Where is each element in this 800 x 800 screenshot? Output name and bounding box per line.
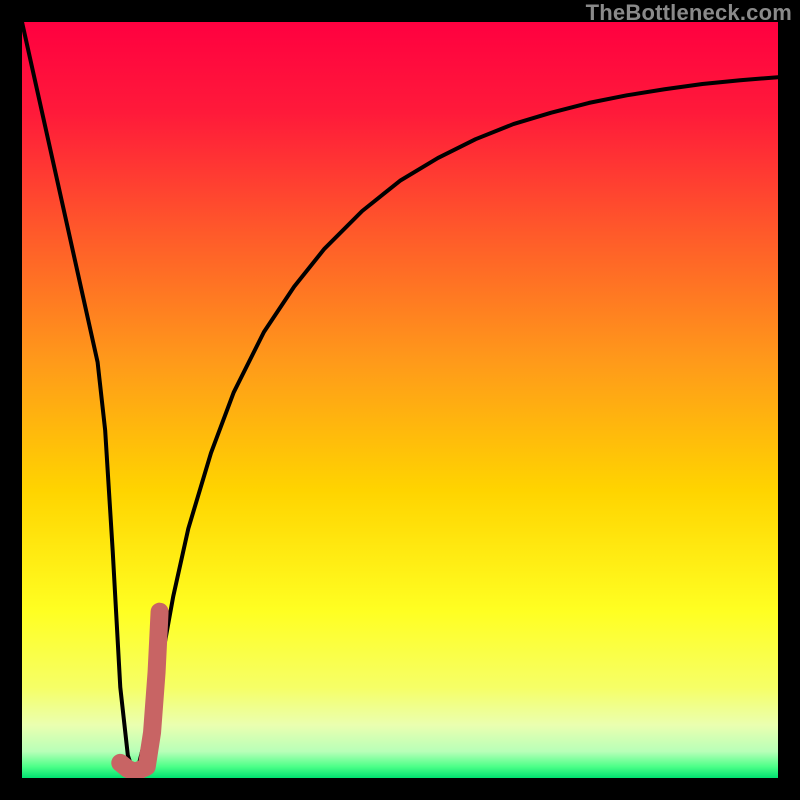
chart-frame: TheBottleneck.com [0, 0, 800, 800]
curve-layer [22, 22, 778, 778]
plot-area [22, 22, 778, 778]
bottleneck-curve [22, 22, 778, 778]
